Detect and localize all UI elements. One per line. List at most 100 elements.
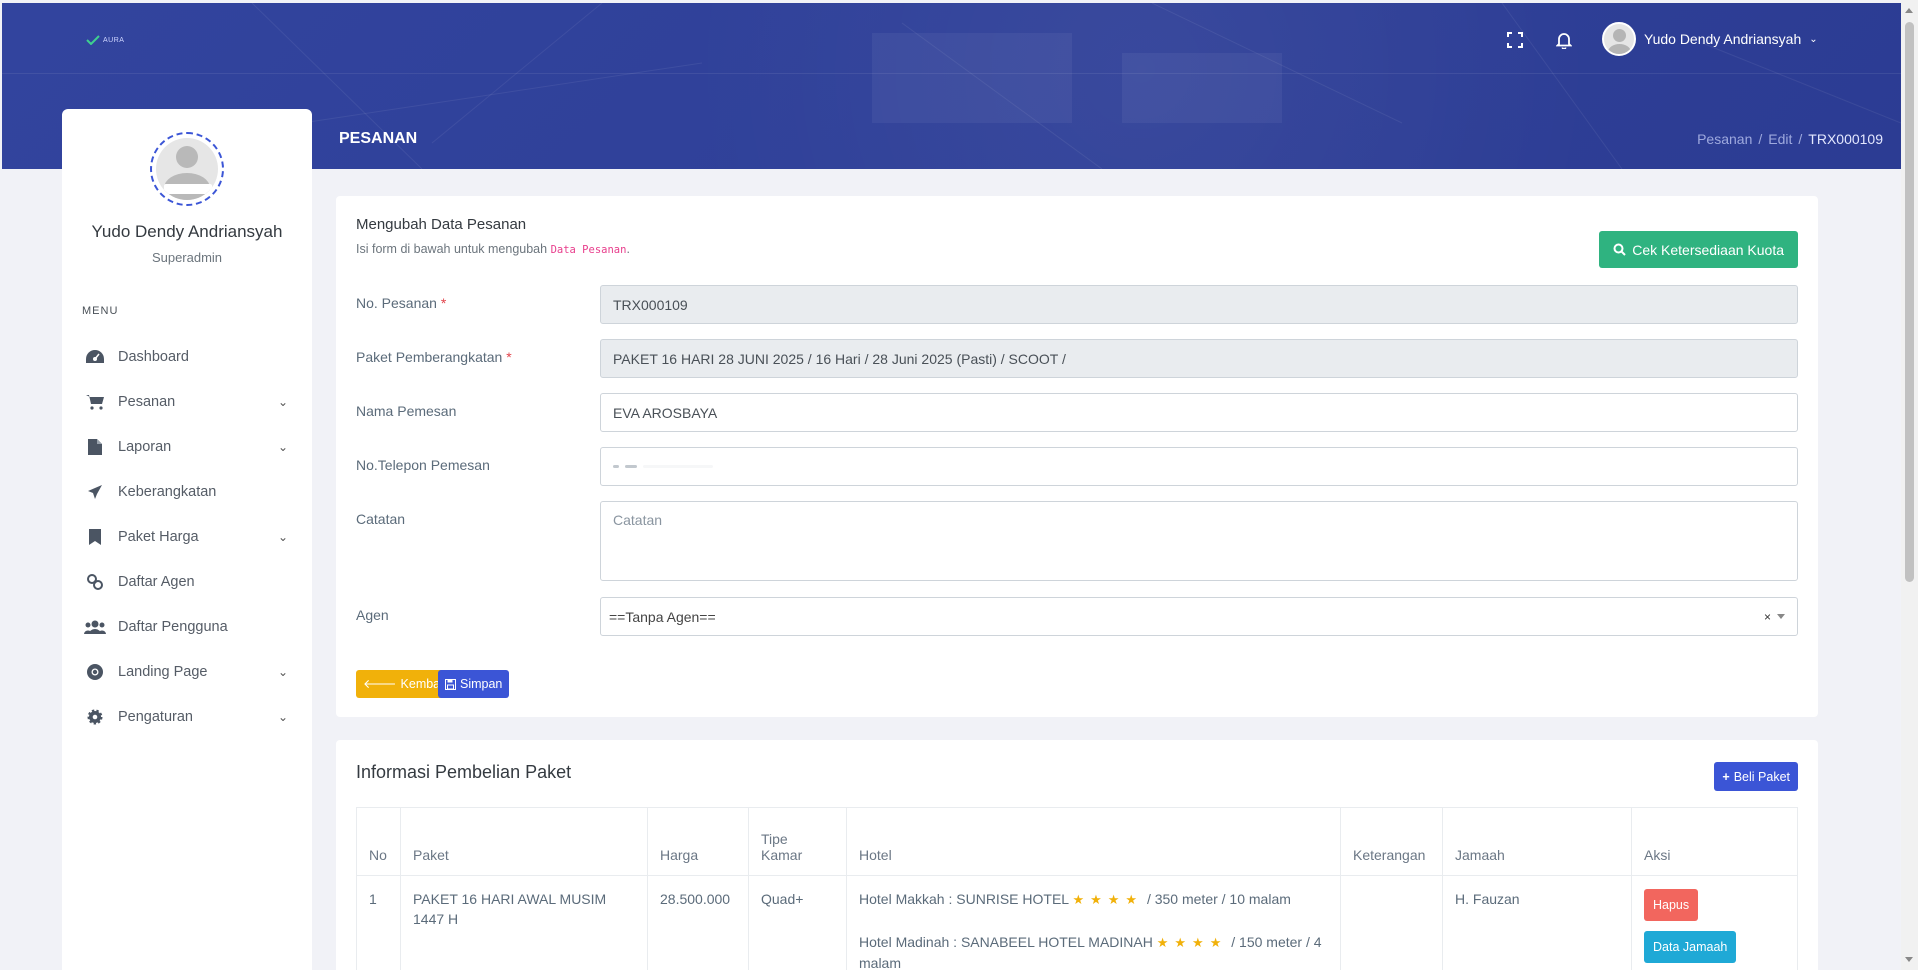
agent-select[interactable]: ==Tanpa Agen== × [600,597,1798,636]
logo-text: AURA [103,36,125,44]
clear-selection-icon[interactable]: × [1764,610,1771,624]
scrollbar-thumb[interactable] [1905,22,1914,582]
sidebar-item-landing-page[interactable]: Landing Page ⌄ [62,649,312,694]
sidebar-item-daftar-pengguna[interactable]: Daftar Pengguna [62,604,312,649]
sidebar-item-pesanan[interactable]: Pesanan ⌄ [62,379,312,424]
logo-check-icon [86,35,100,45]
save-button[interactable]: Simpan [438,670,510,698]
profile-role: Superadmin [151,250,223,265]
notes-textarea[interactable]: Catatan [600,501,1798,581]
edit-order-card: Mengubah Data Pesanan Isi form di bawah … [336,196,1818,717]
sidebar: Yudo Dendy Andriansyah Superadmin MENU D… [62,109,312,970]
buy-package-label: Beli Paket [1733,769,1790,784]
link-icon [84,573,106,591]
breadcrumb: Pesanan / Edit / TRX000109 [1697,131,1883,147]
subtitle-text: Isi form di bawah untuk mengubah [356,242,548,256]
save-label: Simpan [460,677,503,691]
order-number-field[interactable]: TRX000109 [600,285,1798,324]
agent-select-value: ==Tanpa Agen== [609,608,716,625]
sidebar-item-label: Daftar Pengguna [118,618,228,635]
redacted-phone [613,465,713,468]
field-label: No.Telepon Pemesan [356,457,490,473]
sidebar-item-label: Daftar Agen [118,573,195,590]
plus-icon: + [1722,769,1730,784]
sidebar-item-laporan[interactable]: Laporan ⌄ [62,424,312,469]
bell-icon[interactable] [1554,30,1574,50]
dashboard-icon [84,348,106,366]
subtitle-code: Data Pesanan [550,244,627,256]
chrome-icon [84,663,106,681]
field-row-nama: Nama Pemesan EVA AROSBAYA [356,393,1798,432]
phone-field[interactable] [600,447,1798,486]
sidebar-item-paket-harga[interactable]: Paket Harga ⌄ [62,514,312,559]
column-header: Hotel [846,807,1341,876]
cell-keterangan [1340,875,1443,970]
menu-heading: MENU [82,305,119,317]
column-header: Jamaah [1442,807,1632,876]
hotel-madinah: Hotel Madinah : SANABEEL HOTEL MADINAH ★… [859,934,1322,970]
sidebar-item-label: Landing Page [118,663,208,680]
topbar: AURA Yudo Dendy Andriansyah ⌄ [2,3,1901,73]
avatar [1602,22,1636,56]
table-header-row: No Paket Harga Tipe Kamar Hotel Keterang… [356,807,1798,876]
package-field[interactable]: PAKET 16 HARI 28 JUNI 2025 / 16 Hari / 2… [600,339,1798,378]
cell-tipe-kamar: Quad+ [748,875,847,970]
field-row-paket: Paket Pemberangkatan * PAKET 16 HARI 28 … [356,339,1798,378]
star-rating-icon: ★★★★ [1072,892,1144,907]
gear-icon [84,708,106,726]
caret-down-icon[interactable] [1777,614,1785,619]
sidebar-item-keberangkatan[interactable]: Keberangkatan [62,469,312,514]
field-row-agen: Agen ==Tanpa Agen== × [356,597,1798,636]
page-title: PESANAN [339,130,418,147]
card-title: Informasi Pembelian Paket [356,762,572,782]
profile-name: Yudo Dendy Andriansyah [91,222,283,241]
check-quota-label: Cek Ketersediaan Kuota [1632,241,1784,258]
column-header: Tipe Kamar [748,807,847,876]
field-label: Nama Pemesan [356,403,457,419]
column-header: Aksi [1631,807,1798,876]
sidebar-item-label: Dashboard [118,348,189,365]
sidebar-item-pengaturan[interactable]: Pengaturan ⌄ [62,694,312,739]
column-header: Keterangan [1340,807,1443,876]
plane-icon [84,483,106,501]
check-quota-button[interactable]: Cek Ketersediaan Kuota [1599,231,1798,268]
arrow-left-icon: 🡐 [363,676,397,691]
hotel-makkah: Hotel Makkah : SUNRISE HOTEL ★★★★ / 350 … [859,891,1291,907]
breadcrumb-item-pesanan[interactable]: Pesanan [1697,131,1752,147]
field-row-telepon: No.Telepon Pemesan [356,447,1798,486]
sidebar-item-dashboard[interactable]: Dashboard [62,334,312,379]
purchase-info-card: Informasi Pembelian Paket + Beli Paket N… [336,740,1818,970]
user-menu[interactable]: Yudo Dendy Andriansyah ⌄ [1602,22,1818,56]
chevron-down-icon: ⌄ [277,529,288,544]
fullscreen-icon[interactable] [1505,30,1525,50]
field-row-catatan: Catatan Catatan [356,501,1798,581]
column-header: Paket [400,807,648,876]
star-rating-icon: ★★★★ [1156,935,1228,950]
field-row-no-pesanan: No. Pesanan * TRX000109 [356,285,1798,324]
chevron-down-icon: ⌄ [277,664,288,679]
card-subtitle: Isi form di bawah untuk mengubah Data Pe… [356,242,630,256]
column-header: No [356,807,401,876]
chevron-down-icon: ⌄ [277,439,288,454]
sidebar-item-label: Pengaturan [118,708,193,725]
subtitle-end: . [626,242,630,256]
cell-no: 1 [356,875,401,970]
delete-button[interactable]: Hapus [1644,889,1699,921]
customer-name-field[interactable]: EVA AROSBAYA [600,393,1798,432]
table-row: 1 PAKET 16 HARI AWAL MUSIM 1447 H 28.500… [356,875,1798,970]
chevron-down-icon: ⌄ [277,394,288,409]
sidebar-item-label: Laporan [118,438,172,455]
cell-aksi: Hapus Data Jamaah [1631,875,1798,970]
scroll-down-icon[interactable] [1905,957,1913,962]
brand-logo[interactable]: AURA [86,35,124,45]
pilgrim-data-button[interactable]: Data Jamaah [1644,931,1737,963]
breadcrumb-item-edit[interactable]: Edit [1768,131,1792,147]
buy-package-button[interactable]: + Beli Paket [1714,762,1798,791]
sidebar-item-daftar-agen[interactable]: Daftar Agen [62,559,312,604]
cart-icon [84,393,106,411]
users-icon [84,618,106,636]
field-label: Catatan [356,511,406,527]
scroll-up-icon[interactable] [1905,8,1913,13]
search-icon [1613,243,1626,256]
scrollbar[interactable] [1901,0,1918,970]
